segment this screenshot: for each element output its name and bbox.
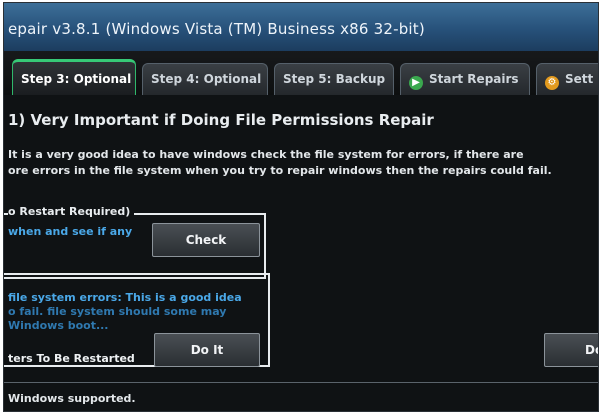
tab-label: Start Repairs <box>429 72 519 86</box>
tab-label: Sett <box>565 72 594 86</box>
check-info-link[interactable]: when and see if any <box>8 225 132 239</box>
restart-label: ters To Be Restarted <box>8 352 135 365</box>
group-info-text: o fail. file system should some may <box>8 305 227 318</box>
do-it-button[interactable]: Do It <box>154 333 260 367</box>
tab-start-repairs[interactable]: ▶ Start Repairs <box>400 63 530 95</box>
tab-step-4[interactable]: Step 4: Optional <box>142 63 268 95</box>
tab-label: Step 3: Optional <box>21 72 132 86</box>
group-legend: o Restart Required) <box>8 205 135 218</box>
section-description: It is a very good idea to have windows c… <box>8 147 598 179</box>
tab-label: Step 5: Backup <box>283 72 386 86</box>
tab-settings[interactable]: ⚙ Sett <box>536 63 598 95</box>
description-line: ore errors in the file system when you t… <box>8 164 552 177</box>
tab-step-5[interactable]: Step 5: Backup <box>274 63 394 95</box>
main-panel: 1) Very Important if Doing File Permissi… <box>4 95 598 411</box>
description-line: It is a very good idea to have windows c… <box>8 148 524 161</box>
tab-label: Step 4: Optional <box>151 72 262 86</box>
check-button[interactable]: Check <box>152 223 260 257</box>
status-text: Windows supported. <box>8 392 136 405</box>
tab-bar: Step 3: Optional Step 4: Optional Step 5… <box>4 51 598 95</box>
divider <box>4 382 598 383</box>
window-title: epair v3.8.1 (Windows Vista (TM) Busines… <box>8 20 425 38</box>
group-info-text: file system errors: This is a good idea <box>8 291 242 304</box>
tab-step-3[interactable]: Step 3: Optional <box>12 59 136 95</box>
start-repairs-icon: ▶ <box>409 76 423 90</box>
settings-icon: ⚙ <box>545 76 559 90</box>
title-bar: epair v3.8.1 (Windows Vista (TM) Busines… <box>4 3 598 52</box>
app-window: epair v3.8.1 (Windows Vista (TM) Busines… <box>3 2 599 412</box>
section-heading: 1) Very Important if Doing File Permissi… <box>8 111 434 129</box>
group-info-text: Windows boot... <box>8 319 109 332</box>
do-button[interactable]: Do <box>544 333 598 367</box>
